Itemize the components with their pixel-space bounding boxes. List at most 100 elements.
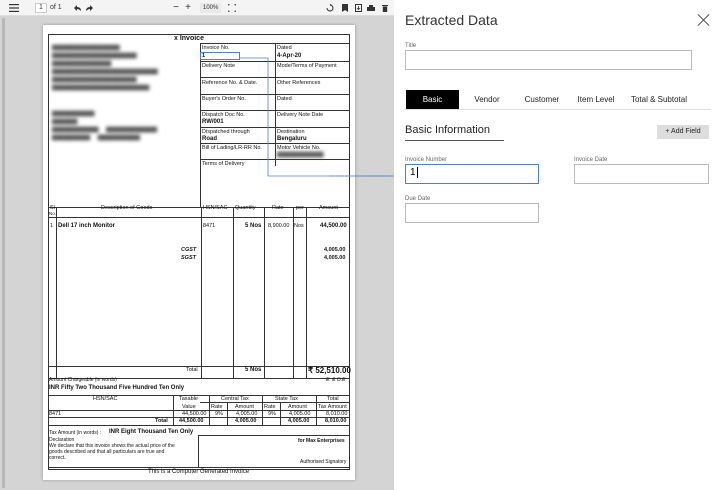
menu-icon[interactable]: [8, 3, 20, 13]
invoice-number-input[interactable]: 1: [405, 164, 539, 184]
item-rate: 8,900.00: [268, 223, 290, 229]
amount-words: INR Fifty Two Thousand Five Hundred Ten …: [49, 385, 185, 391]
destination-value: Bengaluru: [277, 136, 307, 142]
invoice-page: ▇▇▇▇▇▇▇▇▇▇▇▇▇▇▇▇ ▇▇▇▇▇▇▇▇▇▇▇▇▇▇▇▇▇▇▇▇ ▇▇▇▇…: [43, 25, 355, 480]
for-company: for Max Enterprises: [298, 438, 345, 444]
tab-customer[interactable]: Customer: [518, 90, 566, 109]
vertical-scrollbar[interactable]: [2, 18, 5, 488]
tax-row-srate: 9%: [268, 411, 276, 417]
section-underline: [405, 140, 504, 141]
viewer-toolbar: 1 of 1 − + 100%: [0, 0, 394, 16]
terms-delivery-label: Terms of Delivery: [202, 161, 245, 167]
item-sl: 1: [50, 223, 54, 229]
fit-page-icon[interactable]: [227, 3, 236, 13]
delivery-note-label: Delivery Note: [202, 63, 236, 69]
zoom-out-icon[interactable]: −: [172, 3, 180, 13]
title-field-label: Title: [405, 43, 417, 49]
buyer-address-blurred: ▇▇▇▇▇▇▇▇▇▇ ▇▇▇▇▇▇ ▇▇▇▇▇▇▇▇▇▇▇ ▇▇▇▇▇▇▇▇▇▇▇▇…: [52, 111, 157, 141]
delete-icon[interactable]: [381, 3, 389, 13]
panel-title: Extracted Data: [405, 12, 498, 28]
tax-rate2: Rate: [264, 404, 276, 410]
due-date-label: Due Date: [405, 196, 431, 202]
dispatched-through-value: Road: [202, 136, 217, 142]
close-icon[interactable]: [696, 12, 712, 28]
tab-total-subtotal[interactable]: Total & Subtotal: [627, 90, 691, 109]
tax-total-camt: 4,005.00: [235, 418, 257, 424]
dispatched-through-label: Dispatched through: [202, 129, 250, 135]
footer-text: This is a Computer Generated Invoice: [148, 469, 250, 475]
tax-row-crate: 9%: [215, 411, 223, 417]
seller-address-blurred: ▇▇▇▇▇▇▇▇▇▇▇▇▇▇▇▇ ▇▇▇▇▇▇▇▇▇▇▇▇▇▇▇▇▇▇▇▇ ▇▇▇▇…: [52, 45, 158, 91]
title-input[interactable]: [405, 50, 692, 70]
tax-amount: Amount: [235, 404, 254, 410]
bill-lading-label: Bill of Lading/LR-RR No.: [202, 145, 262, 151]
dated-label: Dated: [277, 45, 292, 51]
text-cursor: [416, 167, 418, 178]
tax-hsn: HSN/SAC: [93, 396, 118, 402]
due-date-input[interactable]: [405, 203, 539, 223]
amount-words-label: Amount Chargeable (in words): [49, 377, 117, 383]
dated-value: 4-Apr-20: [277, 53, 302, 59]
tax-total: Total: [327, 396, 339, 402]
total-label: Total: [186, 367, 198, 373]
destination-label: Destination: [277, 129, 305, 135]
motor-vehicle-label: Motor Vehicle No.: [277, 145, 321, 151]
motor-vehicle-blurred: ▇▇▇▇▇▇▇▇▇▇▇: [277, 152, 324, 158]
cgst-label: CGST: [181, 247, 197, 253]
download-icon[interactable]: [354, 3, 362, 13]
undo-icon[interactable]: [74, 3, 82, 13]
invoice-no-label: Invoice No.: [202, 45, 230, 51]
tax-rate: Rate: [211, 404, 223, 410]
col-hsn: HSN/SAC: [203, 205, 228, 211]
dispatch-doc-label: Dispatch Doc No.: [202, 112, 245, 118]
zoom-in-icon[interactable]: +: [184, 3, 192, 13]
pdf-viewer: 1 of 1 − + 100% ▇▇▇▇▇▇▇▇▇▇▇▇▇▇▇▇ ▇▇▇▇▇▇▇…: [0, 0, 394, 490]
tab-underline: [405, 109, 711, 110]
rotate-icon[interactable]: [326, 3, 334, 13]
invoice-number-value: 1: [410, 167, 416, 178]
tax-words-label: Tax Amount (in words) :: [49, 430, 102, 436]
bookmark-icon[interactable]: [341, 3, 349, 13]
tab-vendor[interactable]: Vendor: [466, 90, 508, 109]
item-hsn: 8471: [203, 223, 216, 229]
tax-value: Value: [182, 404, 196, 410]
col-rate: Rate: [272, 205, 284, 211]
tax-state: State Tax: [275, 396, 298, 402]
page-current: 1: [39, 4, 43, 11]
delivery-note-date-label: Delivery Note Date: [277, 112, 324, 118]
page-count: of 1: [50, 4, 62, 11]
tax-words: INR Eight Thousand Ten Only: [109, 429, 194, 435]
col-desc: Description of Goods: [101, 205, 153, 211]
tax-total-total: 8,010.00: [325, 418, 347, 424]
col-qty: Quantity: [235, 205, 256, 211]
extracted-data-panel: Extracted Data Title Basic Vendor Custom…: [394, 0, 727, 490]
tax-row-taxable: 44,500.00: [182, 411, 207, 417]
print-icon[interactable]: [367, 3, 375, 13]
zoom-level[interactable]: 100%: [200, 3, 222, 13]
auth-sign: Authorised Signatory: [300, 459, 347, 465]
tax-total-taxable: 44,500.00: [179, 418, 204, 424]
other-refs-label: Other References: [277, 80, 321, 86]
item-amount: 44,500.00: [320, 223, 347, 229]
invoice-no-highlight[interactable]: 1: [200, 52, 240, 60]
item-per: Nos: [294, 223, 304, 229]
invoice-number-label: Invoice Number: [405, 157, 448, 163]
buyers-order-label: Buyer's Order No.: [202, 96, 246, 102]
page-number-input[interactable]: 1: [35, 3, 47, 13]
col-per: per: [296, 205, 304, 211]
tab-basic[interactable]: Basic: [406, 90, 459, 109]
col-no: No.: [49, 211, 57, 216]
col-amount: Amount: [319, 205, 338, 211]
mode-terms-label: Mode/Terms of Payment: [277, 63, 337, 69]
redo-icon[interactable]: [85, 3, 93, 13]
sgst-amount: 4,005.00: [324, 255, 346, 261]
declaration-text-2: goods described and that all particulars…: [49, 449, 165, 455]
total-qty: 5 Nos: [245, 367, 262, 373]
invoice-date-input[interactable]: [574, 164, 709, 184]
add-field-button[interactable]: + Add Field: [657, 125, 709, 139]
tab-item-level[interactable]: Item Level: [574, 90, 618, 109]
tax-tax-amount: Tax Amount: [318, 404, 347, 410]
tax-row-total: 8,010.00: [326, 411, 348, 417]
tax-total-label: Total: [155, 418, 168, 424]
invoice-date-label: Invoice Date: [574, 157, 608, 163]
